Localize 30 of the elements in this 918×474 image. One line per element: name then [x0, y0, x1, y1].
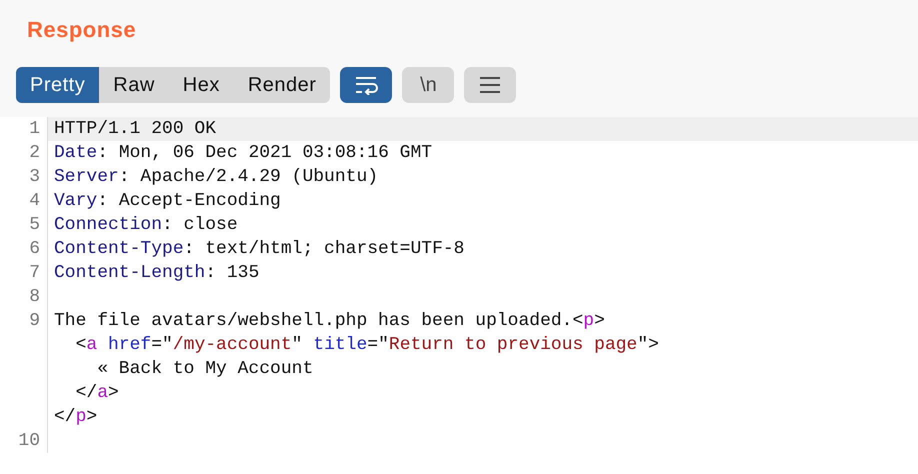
line-number: 9 — [0, 309, 48, 333]
view-tab[interactable]: Render — [234, 67, 330, 103]
code-line: </p> — [53, 406, 98, 429]
line-number: 5 — [0, 213, 48, 237]
code-line: Connection: close — [53, 214, 239, 237]
code-line: Content-Type: text/html; charset=UTF-8 — [53, 238, 466, 261]
code-line: <a href="/my-account" title="Return to previous page"> — [74, 334, 660, 357]
view-tab[interactable]: Hex — [168, 67, 234, 103]
line-number: 8 — [0, 285, 48, 309]
view-tab[interactable]: Raw — [99, 67, 169, 103]
line-number: 4 — [0, 189, 48, 213]
code-line: The file avatars/webshell.php has been uploaded.<p> — [53, 310, 606, 333]
line-number: 2 — [0, 141, 48, 165]
line-number: 10 — [0, 429, 48, 453]
line-number: 7 — [0, 261, 48, 285]
code-line: Content-Length: 135 — [53, 262, 260, 285]
code-line: Date: Mon, 06 Dec 2021 03:08:16 GMT — [53, 142, 434, 165]
wrap-toggle[interactable] — [340, 67, 392, 103]
line-number: 6 — [0, 237, 48, 261]
menu-icon — [479, 76, 502, 94]
code-line: « Back to My Account — [96, 358, 314, 381]
panel-title: Response — [26, 16, 138, 44]
code-line: Vary: Accept-Encoding — [53, 190, 282, 213]
newline-toggle[interactable]: \n — [402, 67, 454, 103]
wrap-icon — [354, 75, 378, 95]
code-line: Server: Apache/2.4.29 (Ubuntu) — [53, 166, 380, 189]
menu-toggle[interactable] — [464, 67, 516, 103]
view-tab[interactable]: Pretty — [16, 67, 100, 103]
line-number: 3 — [0, 165, 48, 189]
code-line: </a> — [74, 382, 120, 405]
